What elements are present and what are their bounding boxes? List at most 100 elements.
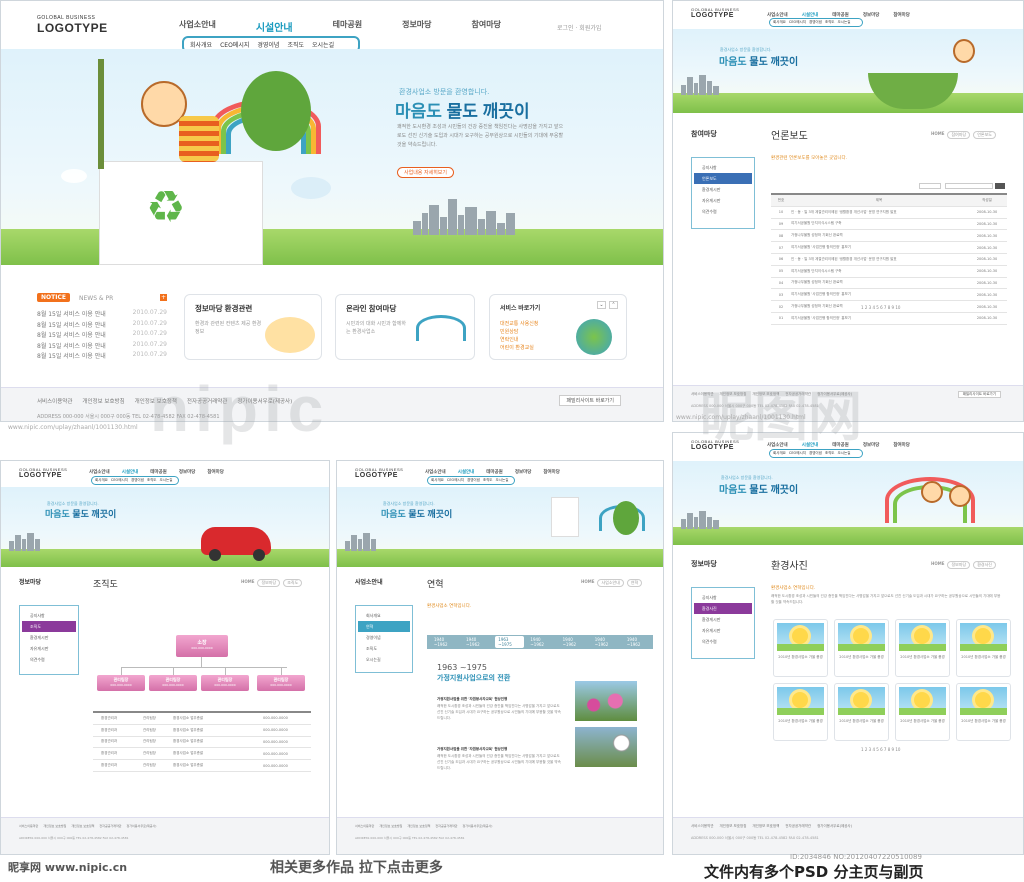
footer-link[interactable]: 정가이용서우로(제공사) — [463, 824, 493, 828]
footer-link[interactable]: 전자공공거래약관 — [785, 392, 811, 397]
pagination[interactable]: 1 2 3 4 5 6 7 8 9 10 — [861, 305, 900, 310]
gnav-item[interactable]: 사업소안내 — [179, 19, 216, 34]
table-row[interactable]: 05 여기서공물원 단지이식시스템 구축 2008-10-30 — [771, 266, 1007, 278]
logo[interactable]: GOLOBAL BUSINESS LOGOTYPE — [355, 467, 403, 479]
subnav-item[interactable]: CEO메시지 — [220, 40, 249, 49]
list-item[interactable]: 8월 15일 서비스 이용 안내 2010.07.29 — [37, 330, 167, 341]
chevron-down-icon[interactable]: ⌄ — [597, 301, 606, 309]
gnav-item[interactable]: 테마공원 — [333, 19, 362, 34]
gnav-item[interactable]: 테마공원 — [832, 442, 849, 448]
footer-link[interactable]: 개인정보 보호정책 — [752, 824, 779, 829]
footer-link[interactable]: 정가이용서우로(제공사) — [237, 397, 292, 405]
subnav-item[interactable]: CEO메시지 — [111, 478, 128, 483]
list-item[interactable]: 8월 15일 서비스 이용 안내 2010.07.29 — [37, 320, 167, 331]
search-input[interactable] — [945, 183, 993, 189]
more-works-link[interactable]: 相关更多作品 拉下点击更多 — [270, 857, 443, 877]
photo-thumbnail[interactable]: 2010년 환경사업소 가을 풍경 — [773, 619, 828, 677]
crumb-item[interactable]: 사업소안내 — [597, 579, 624, 587]
footer-link[interactable]: 개인정보 보호방침 — [43, 824, 66, 828]
subnav-item[interactable]: 경영이념 — [809, 451, 822, 456]
footer-link[interactable]: 전자공공거래약관 — [785, 824, 811, 829]
org-dept-box[interactable]: 관리팀장 000-000-0000 — [201, 675, 249, 691]
year-tab[interactable]: 1940 ~1962 — [560, 636, 589, 648]
gnav-item[interactable]: 정보마당 — [515, 469, 532, 475]
org-dept-box[interactable]: 관리팀장 000-000-0000 — [97, 675, 145, 691]
side-menu-item[interactable]: 환경게시판 — [22, 632, 76, 643]
crumb-home[interactable]: HOME — [581, 579, 594, 587]
pagination[interactable]: 1 2 3 4 5 6 7 8 9 10 — [861, 747, 900, 752]
gnav-item[interactable]: 정보마당 — [179, 469, 196, 475]
subnav-item[interactable]: 오시는길 — [496, 478, 509, 483]
subnav-item[interactable]: 조직도 — [287, 40, 304, 49]
footer-link[interactable]: 개인정보 보호방침 — [720, 392, 747, 397]
side-menu-item[interactable]: 환경게시판 — [694, 614, 752, 625]
subnav-item[interactable]: 오시는길 — [160, 478, 173, 483]
subnav-item[interactable]: 조직도 — [825, 20, 835, 25]
photo-thumbnail[interactable]: 2010년 환경사업소 가을 풍경 — [956, 619, 1011, 677]
side-menu-item-active[interactable]: 연혁 — [358, 621, 410, 632]
side-menu-item[interactable]: 오시는길 — [358, 654, 410, 665]
subnav-item[interactable]: 경영이념 — [257, 40, 279, 49]
logo[interactable]: GOLOBAL BUSINESS LOGOTYPE — [37, 15, 108, 35]
org-dept-box[interactable]: 관리팀장 000-000-0000 — [149, 675, 197, 691]
crumb-item[interactable]: 언론보도 — [973, 131, 996, 139]
gnav-item[interactable]: 참여마당 — [893, 12, 910, 18]
year-tab[interactable]: 1940 ~1962 — [624, 636, 653, 648]
logo[interactable]: GOLOBAL BUSINESS LOGOTYPE — [691, 439, 739, 451]
family-site-select[interactable]: 패밀리사이트 바로가기 — [957, 391, 1001, 398]
list-item[interactable]: 8월 15일 서비스 이용 안내 2010.07.29 — [37, 309, 167, 320]
table-row[interactable]: 01 여기서공물원 '사업진행 합의인정' 홍보기 2008-10-30 — [771, 313, 1007, 325]
gnav-item[interactable]: 정보마당 — [402, 19, 431, 34]
year-tab[interactable]: 1940 ~1962 — [527, 636, 556, 648]
gnav-item[interactable]: 참여마당 — [543, 469, 560, 475]
subnav-item[interactable]: CEO메시지 — [447, 478, 464, 483]
photo-thumbnail[interactable]: 2010년 환경사업소 가을 풍경 — [895, 683, 950, 741]
year-tab[interactable]: 1940 ~1962 — [463, 636, 492, 648]
footer-link[interactable]: 정가이용서우로(제공사) — [817, 824, 852, 829]
crumb-home[interactable]: HOME — [931, 561, 944, 569]
gnav-item-active[interactable]: 시설안내 — [256, 19, 293, 34]
footer-link[interactable]: 개인정보 보호정책 — [135, 397, 177, 405]
side-menu-item[interactable]: 조직도 — [358, 643, 410, 654]
subnav-item[interactable]: 경영이념 — [809, 20, 822, 25]
crumb-item[interactable]: 정보마당 — [257, 579, 281, 587]
subnav-item[interactable]: 오시는길 — [312, 40, 334, 49]
table-row[interactable]: 07 여기서공물원 '사업진행 합의인정' 홍보기 2008-10-30 — [771, 242, 1007, 254]
subnav-item[interactable]: 조직도 — [147, 478, 157, 483]
side-menu-item[interactable]: 자유게시판 — [22, 643, 76, 654]
footer-link[interactable]: 서비스이용약관 — [355, 824, 374, 828]
subnav-item[interactable]: 회사개요 — [773, 20, 786, 25]
side-menu-item[interactable]: 자유게시판 — [694, 625, 752, 636]
join-link[interactable]: 회원가입 — [579, 25, 601, 32]
gnav-item-active[interactable]: 시설안내 — [458, 469, 475, 475]
side-menu-item-active[interactable]: 언론보도 — [694, 173, 752, 184]
logo[interactable]: GOLOBAL BUSINESS LOGOTYPE — [19, 467, 67, 479]
login-link[interactable]: 로그인 — [557, 25, 574, 32]
footer-link[interactable]: 전자공공거래약관 — [435, 824, 457, 828]
search-select[interactable] — [919, 183, 941, 189]
gnav-item[interactable]: 참여마당 — [207, 469, 224, 475]
subnav-item[interactable]: 경영이념 — [131, 478, 144, 483]
gnav-item-active[interactable]: 시설안내 — [802, 442, 819, 448]
gnav-item[interactable]: 정보마당 — [863, 12, 880, 18]
gnav-item[interactable]: 참여마당 — [893, 442, 910, 448]
table-row[interactable]: 10 인 · 동 · 일 3개 계절관리이에된 '생활환경 개선사업' 운영 연구… — [771, 207, 1007, 219]
side-menu-item-active[interactable]: 조직도 — [22, 621, 76, 632]
footer-link[interactable]: 서비스이용약관 — [19, 824, 38, 828]
search-button[interactable] — [995, 183, 1005, 189]
footer-link[interactable]: 개인정보 보호방침 — [379, 824, 402, 828]
org-dept-box[interactable]: 관리팀장 000-000-0000 — [257, 675, 305, 691]
gnav-item[interactable]: 테마공원 — [150, 469, 167, 475]
chevron-up-icon[interactable]: ⌃ — [609, 301, 618, 309]
news-tab[interactable]: NEWS & PR — [79, 295, 113, 302]
photo-thumbnail[interactable]: 2010년 환경사업소 가을 풍경 — [895, 619, 950, 677]
crumb-item[interactable]: 참여마당 — [947, 131, 971, 139]
side-menu-item[interactable]: 환경게시판 — [694, 184, 752, 195]
gnav-item[interactable]: 사업소안내 — [767, 442, 788, 448]
crumb-item[interactable]: 환경사진 — [973, 561, 996, 569]
footer-link[interactable]: 서비스이용약관 — [691, 824, 714, 829]
site-brand[interactable]: 昵享网 www.nipic.cn — [8, 859, 127, 875]
hero-detail-button[interactable]: 사업내용 자세히보기 — [397, 167, 454, 178]
side-menu-item[interactable]: 공지사항 — [694, 162, 752, 173]
footer-link[interactable]: 정가이용서우로(제공사) — [817, 392, 852, 397]
